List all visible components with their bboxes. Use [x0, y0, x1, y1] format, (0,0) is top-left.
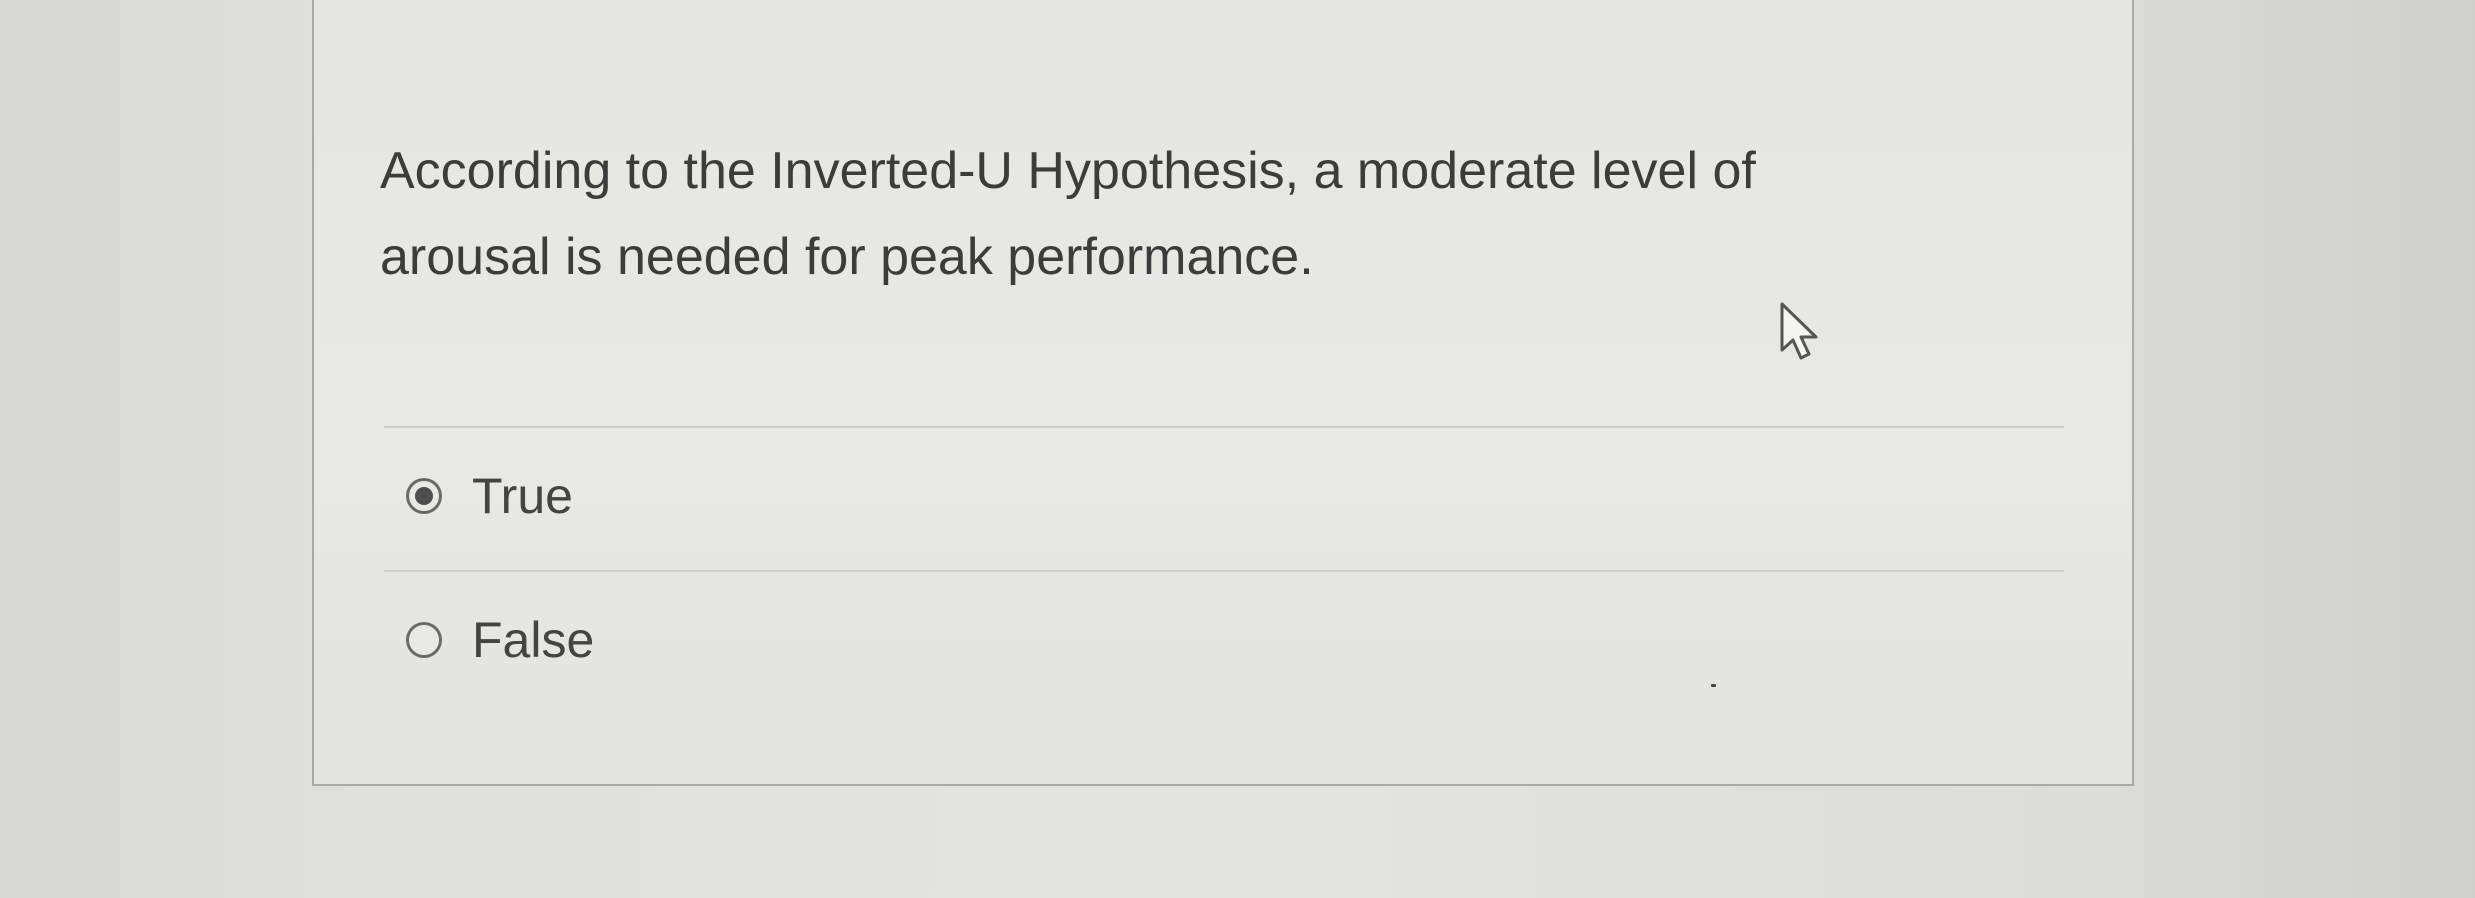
radio-button[interactable]: [406, 622, 442, 658]
option-label: True: [472, 468, 573, 524]
mouse-pointer-icon: [1780, 302, 1818, 360]
radio-button-selected[interactable]: [406, 478, 442, 514]
option-label: False: [472, 612, 595, 668]
divider: [384, 570, 2064, 572]
question-text: According to the Inverted-U Hypothesis, …: [380, 142, 1756, 286]
option-true[interactable]: True: [406, 461, 573, 531]
question-card: According to the Inverted-U Hypothesis, …: [312, 0, 2134, 786]
divider: [384, 426, 2064, 428]
speck: [1711, 684, 1716, 687]
option-false[interactable]: False: [406, 605, 594, 675]
